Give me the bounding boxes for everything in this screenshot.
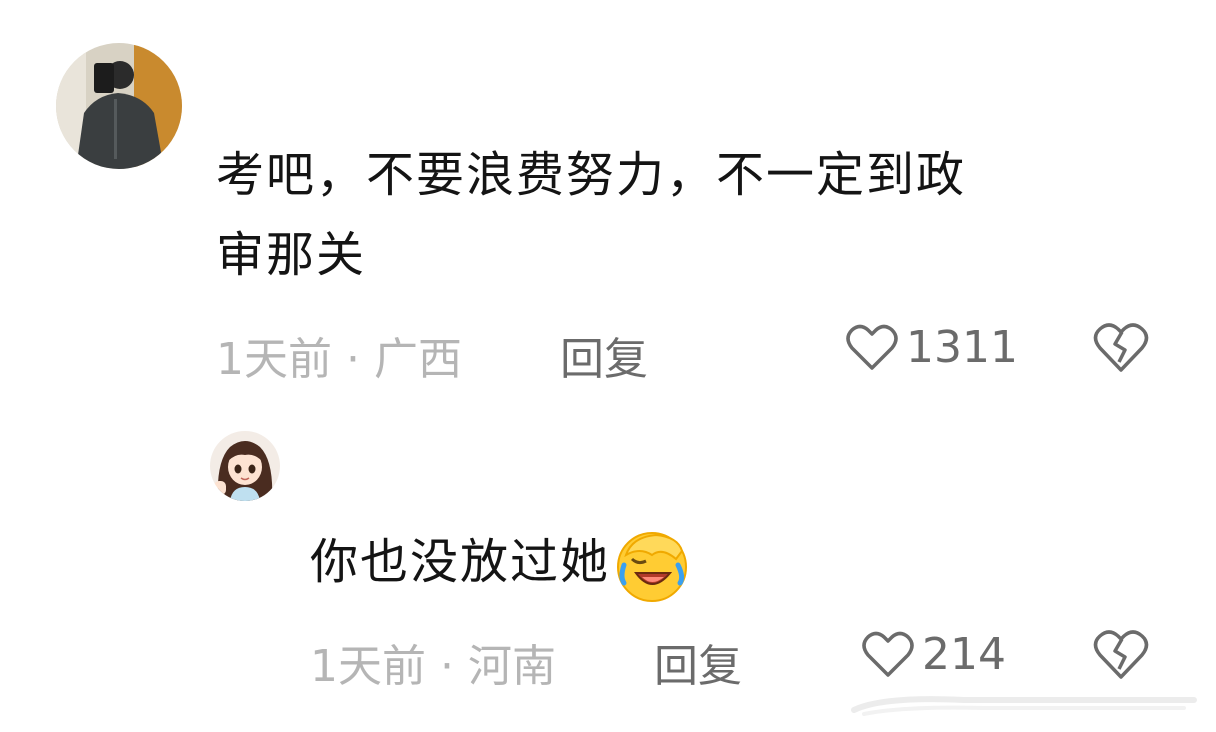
reply-reply-button[interactable]: 回复	[654, 630, 742, 694]
comment-text: 考吧，不要浪费努力，不一定到政 审那关	[216, 135, 1156, 295]
comment-meta: 1天前 · 广西	[216, 334, 462, 385]
reply-text-content: 你也没放过她	[310, 534, 611, 590]
heart-outline-icon	[862, 631, 914, 677]
avatar-photo	[56, 43, 182, 169]
face-palm-laughing-emoji	[617, 532, 688, 602]
heart-outline-icon	[846, 324, 898, 370]
anime-girl-avatar	[210, 431, 280, 501]
like-button[interactable]: 1311	[846, 322, 1018, 373]
dislike-button[interactable]	[1093, 322, 1149, 374]
like-count: 1311	[906, 322, 1018, 373]
reply-meta: 1天前 · 河南	[310, 641, 556, 692]
reply-like-button[interactable]: 214	[862, 629, 1006, 680]
broken-heart-icon	[1093, 323, 1149, 372]
watermark-logo	[851, 696, 1197, 716]
comment-line-2: 审那关	[216, 227, 367, 283]
reply-button[interactable]: 回复	[560, 323, 648, 387]
reply-dislike-button[interactable]	[1093, 629, 1149, 681]
commenter-avatar[interactable]	[56, 43, 182, 169]
reply-text: 你也没放过她	[310, 522, 692, 605]
comment-line-1: 考吧，不要浪费努力，不一定到政	[216, 147, 967, 203]
replier-avatar[interactable]	[210, 431, 280, 501]
reply-like-count: 214	[922, 629, 1006, 680]
broken-heart-icon	[1093, 630, 1149, 679]
